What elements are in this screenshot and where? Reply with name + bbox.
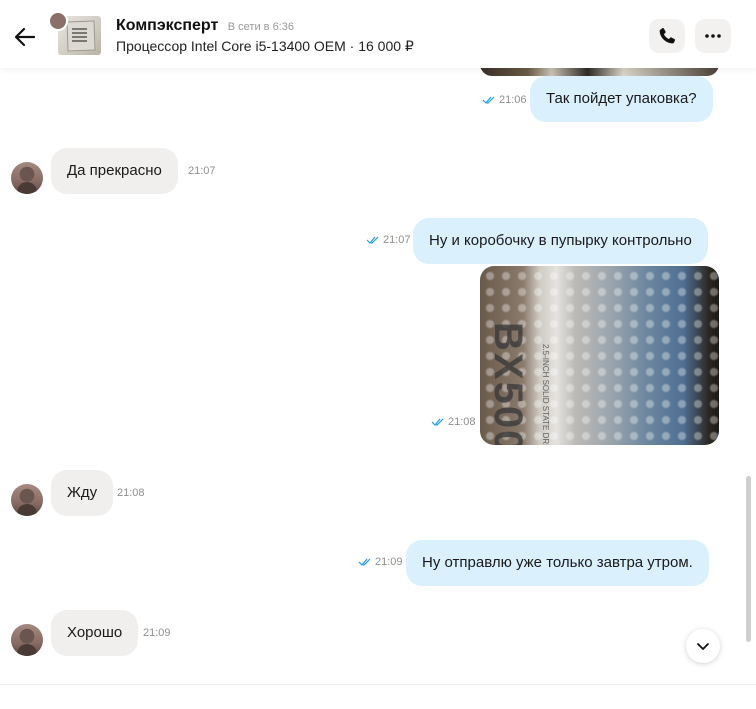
- double-check-icon: [358, 558, 371, 566]
- phone-icon: [659, 27, 676, 44]
- message-bubble-outgoing[interactable]: Так пойдет упаковка?: [530, 76, 713, 122]
- online-status: В сети в 6:36: [227, 21, 294, 33]
- call-button[interactable]: [649, 19, 685, 53]
- message-time: 21:07: [188, 165, 216, 177]
- message-time: 21:08: [117, 487, 145, 499]
- seller-name[interactable]: Компэксперт: [116, 17, 218, 34]
- message-time: 21:07: [383, 234, 411, 246]
- seller-avatar: [48, 11, 68, 31]
- message-time: 21:09: [143, 627, 171, 639]
- composer-area: [0, 684, 756, 709]
- double-check-icon: [366, 236, 379, 244]
- message-list[interactable]: 21:06 Так пойдет упаковка? Да прекрасно …: [0, 68, 756, 685]
- message-image[interactable]: [480, 68, 719, 76]
- avatar[interactable]: [11, 624, 43, 656]
- image-subtext: 2.5-INCH SOLID STATE DRIVE: [541, 344, 550, 445]
- double-check-icon: [482, 96, 495, 104]
- scroll-to-bottom-button[interactable]: [686, 629, 720, 663]
- message-bubble-incoming[interactable]: Да прекрасно: [51, 148, 178, 194]
- message-meta: 21:08: [117, 487, 145, 499]
- listing-title[interactable]: Процессор Intel Core i5-13400 OEM · 16 0…: [116, 38, 414, 55]
- message-bubble-outgoing[interactable]: Ну и коробочку в пупырку контрольно: [413, 218, 708, 264]
- message-bubble-incoming[interactable]: Жду: [51, 470, 114, 516]
- scrollbar[interactable]: [746, 476, 751, 642]
- message-bubble-incoming[interactable]: Хорошо: [51, 610, 139, 656]
- message-meta: 21:06: [482, 94, 527, 106]
- message-meta: 21:07: [366, 234, 411, 246]
- message-time: 21:06: [499, 94, 527, 106]
- more-dots-icon: [705, 34, 721, 38]
- message-meta: 21:07: [188, 165, 216, 177]
- message-image[interactable]: BX500 2.5-INCH SOLID STATE DRIVE: [480, 266, 719, 445]
- chat-header: Компэксперт В сети в 6:36 Процессор Inte…: [0, 0, 756, 68]
- arrow-left-icon: [14, 27, 36, 47]
- avatar[interactable]: [11, 484, 43, 516]
- avatar[interactable]: [11, 162, 43, 194]
- image-text: BX500: [486, 322, 530, 445]
- message-meta: 21:09: [143, 627, 171, 639]
- double-check-icon: [431, 418, 444, 426]
- message-meta: 21:08: [431, 416, 476, 428]
- message-time: 21:08: [448, 416, 476, 428]
- more-button[interactable]: [695, 19, 731, 53]
- message-meta: 21:09: [358, 556, 403, 568]
- message-time: 21:09: [375, 556, 403, 568]
- message-bubble-outgoing[interactable]: Ну отправлю уже только завтра утром.: [406, 540, 709, 586]
- chevron-down-icon: [697, 643, 709, 650]
- back-button[interactable]: [10, 22, 40, 52]
